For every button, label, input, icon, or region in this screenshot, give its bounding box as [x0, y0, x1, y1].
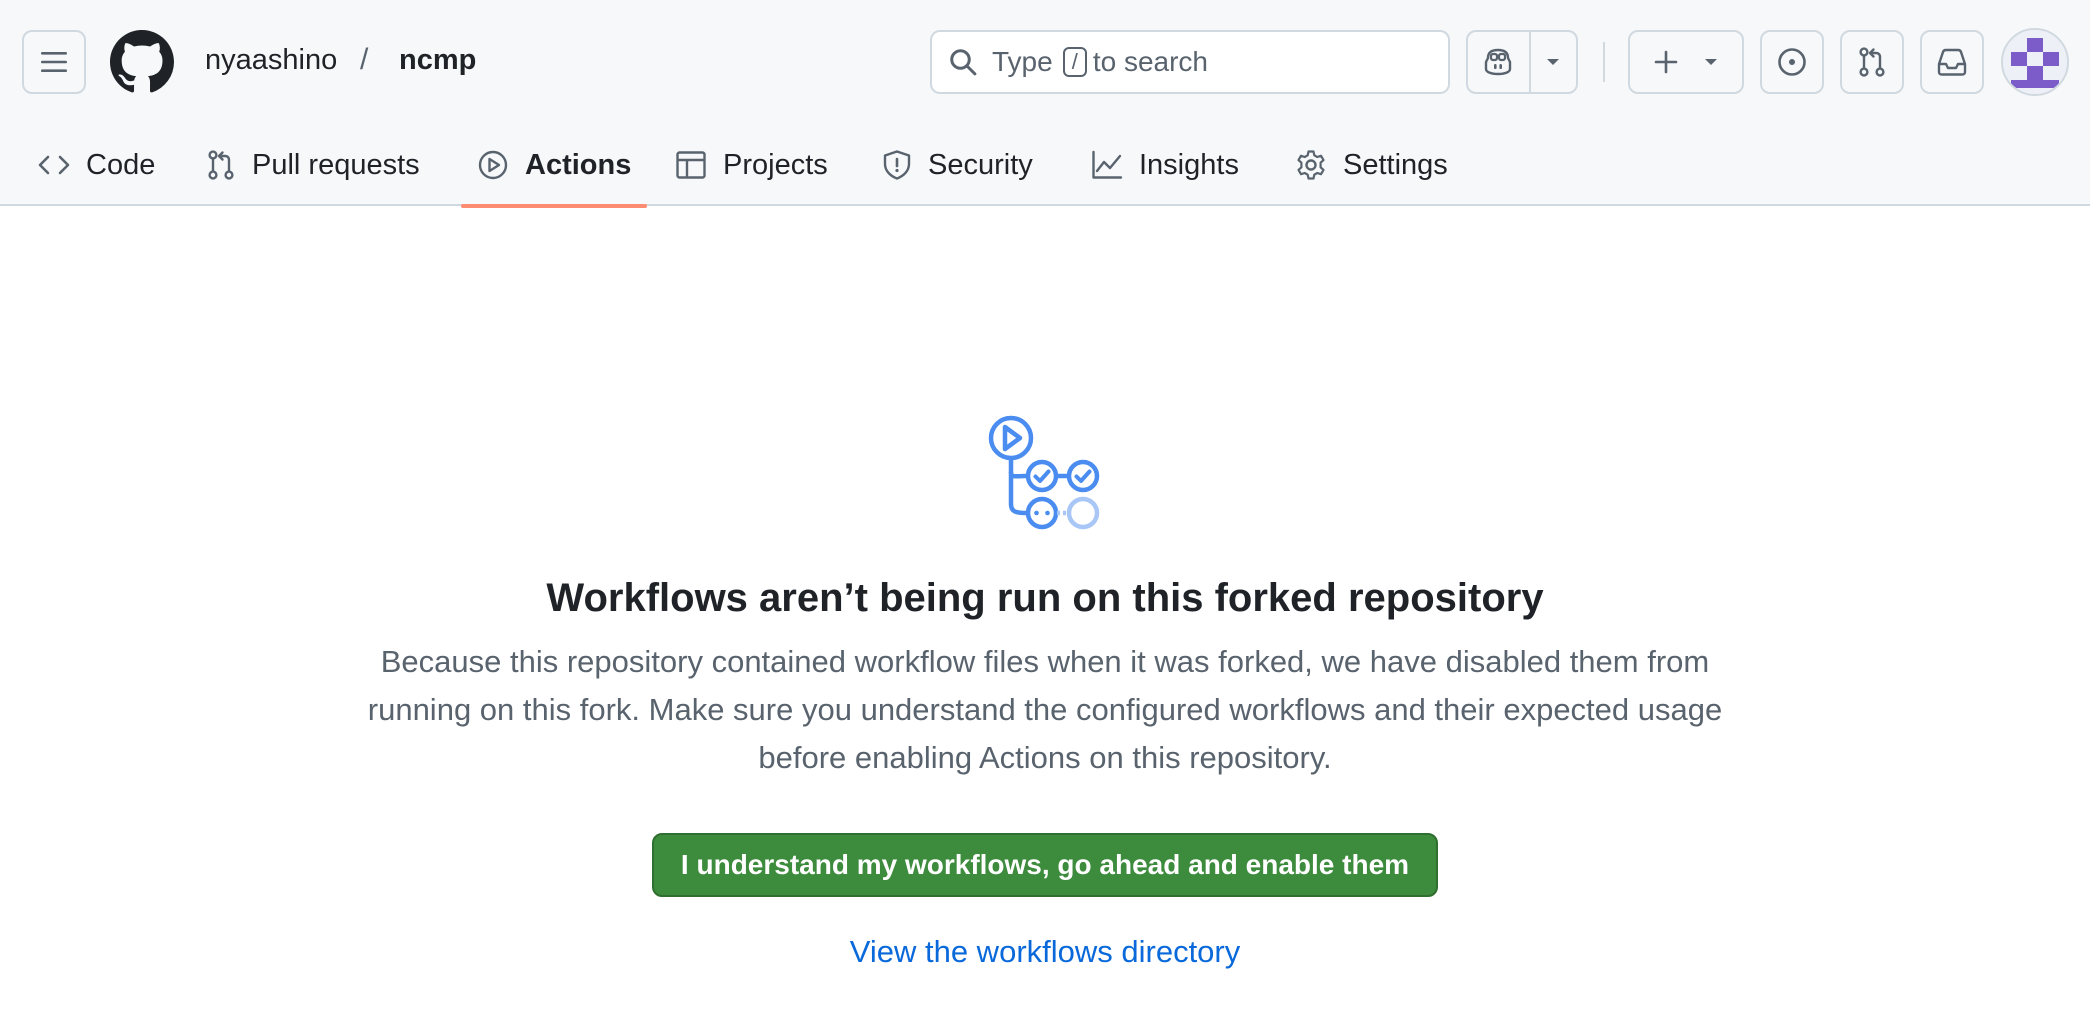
header-divider — [1603, 42, 1605, 82]
tab-label: Projects — [723, 148, 828, 181]
tab-pull-requests[interactable]: Pull requests — [206, 124, 420, 206]
tab-label: Settings — [1343, 148, 1448, 181]
workflow-icon — [988, 415, 1100, 530]
inbox-button[interactable] — [1920, 30, 1984, 94]
tab-security[interactable]: Security — [882, 124, 1033, 206]
copilot-button[interactable] — [1468, 32, 1531, 92]
search-shortcut-key: / — [1062, 47, 1087, 77]
workflows-directory-link[interactable]: View the workflows directory — [0, 934, 2090, 970]
tab-label: Pull requests — [252, 148, 420, 181]
search-input[interactable]: Type / to search — [930, 30, 1450, 94]
tab-actions[interactable]: Actions — [460, 124, 648, 208]
tab-insights[interactable]: Insights — [1091, 124, 1239, 206]
breadcrumb-separator: / — [360, 43, 369, 76]
pull-requests-button[interactable] — [1840, 30, 1904, 94]
copilot-icon — [1485, 48, 1512, 76]
git-pull-request-icon — [1859, 47, 1885, 77]
search-placeholder-prefix: Type — [992, 46, 1053, 77]
hamburger-icon — [41, 52, 67, 72]
empty-state-heading: Workflows aren’t being run on this forke… — [546, 576, 1544, 620]
tab-label: Actions — [525, 148, 632, 181]
inbox-icon — [1937, 48, 1967, 76]
issues-button[interactable] — [1760, 30, 1824, 94]
breadcrumb-owner[interactable]: nyaashino — [205, 44, 337, 77]
identicon-avatar — [2003, 30, 2067, 94]
copilot-button-group — [1466, 30, 1578, 94]
tab-code[interactable]: Code — [38, 124, 155, 206]
enable-workflows-button[interactable]: I understand my workflows, go ahead and … — [652, 833, 1438, 897]
empty-state-description: Because this repository contained workfl… — [367, 644, 1723, 775]
table-icon — [676, 151, 706, 179]
play-icon — [478, 150, 508, 180]
triangle-down-icon — [1705, 59, 1717, 65]
code-icon — [38, 155, 70, 175]
copilot-dropdown-button[interactable] — [1531, 32, 1576, 92]
github-mark-icon — [110, 30, 174, 93]
issue-opened-icon — [1778, 48, 1806, 76]
shield-icon — [883, 150, 911, 180]
tab-label: Code — [86, 148, 156, 181]
create-new-button[interactable] — [1628, 30, 1744, 94]
tab-label: Insights — [1139, 148, 1239, 181]
tab-projects[interactable]: Projects — [675, 124, 828, 206]
graph-icon — [1092, 150, 1123, 179]
triangle-down-icon — [1547, 59, 1560, 65]
top-bar: nyaashino / ncmp Type / to search — [0, 0, 2090, 124]
search-placeholder-suffix: to search — [1092, 46, 1208, 77]
repo-header: nyaashino / ncmp Type / to search Code P… — [0, 0, 2090, 208]
tab-settings[interactable]: Settings — [1295, 124, 1448, 206]
github-logo[interactable] — [110, 30, 174, 94]
breadcrumb-repo[interactable]: ncmp — [399, 44, 476, 77]
repo-tab-nav: Code Pull requests Actions Projects Secu… — [0, 124, 2090, 208]
user-avatar[interactable] — [2001, 28, 2069, 96]
gear-icon — [1297, 150, 1325, 180]
search-icon — [950, 49, 977, 76]
tab-label: Security — [928, 148, 1033, 181]
hamburger-menu-button[interactable] — [22, 30, 86, 94]
git-pull-request-icon — [208, 150, 234, 180]
plus-icon — [1654, 50, 1678, 74]
actions-empty-state: Workflows aren’t being run on this forke… — [0, 206, 2090, 1032]
